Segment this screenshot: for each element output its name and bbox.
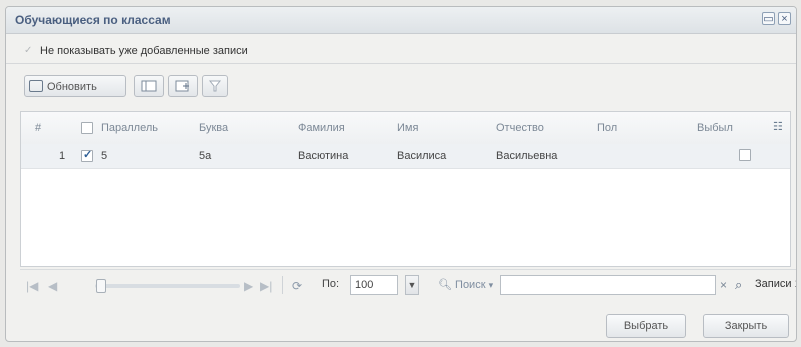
per-page-label: По:	[322, 278, 340, 290]
search-input[interactable]	[500, 275, 716, 295]
column-menu-icon[interactable]: ☷	[773, 120, 783, 133]
cell-name: Василиса	[397, 150, 447, 162]
cell-left-checkbox[interactable]	[739, 149, 751, 161]
cell-letter: 5а	[199, 150, 212, 162]
restore-icon[interactable]: ▭	[762, 12, 775, 25]
refresh-icon	[29, 80, 43, 92]
columns-icon	[141, 80, 157, 92]
row-select-checkbox[interactable]	[81, 148, 93, 162]
close-button[interactable]: Закрыть	[703, 314, 789, 338]
close-icon[interactable]: ×	[778, 12, 791, 25]
last-page-icon[interactable]: ▶|	[260, 279, 272, 293]
hide-added-label: Не показывать уже добавленные записи	[40, 45, 248, 57]
refresh-label: Обновить	[47, 81, 97, 93]
next-page-icon[interactable]: ▶	[244, 279, 253, 293]
filter-button[interactable]	[202, 75, 228, 97]
caret-down-icon: ▾	[488, 280, 494, 290]
table-row[interactable]: 1 5 5а Васютина Василиса Васильевна	[21, 144, 790, 169]
refresh-button[interactable]: Обновить	[24, 75, 126, 97]
title-bar: Обучающиеся по классам ▭ ×	[6, 7, 796, 34]
students-grid: # Параллель Буква Фамилия Имя Отчество П…	[20, 111, 791, 267]
page-slider-thumb[interactable]	[96, 279, 106, 293]
checkbox-mark-icon[interactable]: ✓	[24, 45, 32, 56]
find-icon[interactable]: ⌕	[735, 277, 742, 293]
export-button[interactable]	[168, 75, 198, 97]
col-name[interactable]: Имя	[397, 122, 418, 134]
columns-button[interactable]	[134, 75, 164, 97]
col-left[interactable]: Выбыл	[697, 122, 733, 134]
grid-toolbar: Обновить	[20, 73, 794, 101]
chevron-down-icon[interactable]: ▼	[405, 275, 419, 295]
prev-page-icon[interactable]: ◀	[48, 279, 57, 293]
select-button[interactable]: Выбрать	[606, 314, 686, 338]
search-icon: 🔍︎	[438, 279, 452, 291]
grid-header: # Параллель Буква Фамилия Имя Отчество П…	[21, 112, 790, 145]
cell-surname: Васютина	[298, 150, 349, 162]
cell-patronymic: Васильевна	[496, 150, 558, 162]
export-icon	[175, 80, 189, 92]
window-title: Обучающиеся по классам	[15, 13, 171, 27]
search-menu-button[interactable]: 🔍︎ Поиск ▾	[438, 278, 493, 291]
clear-search-icon[interactable]: ×	[720, 278, 727, 292]
col-surname[interactable]: Фамилия	[298, 122, 345, 134]
col-gender[interactable]: Пол	[597, 122, 617, 134]
first-page-icon[interactable]: |◀	[26, 279, 38, 293]
col-letter[interactable]: Буква	[199, 122, 228, 134]
separator	[282, 276, 283, 294]
cell-parallel: 5	[101, 150, 108, 162]
refresh-page-icon[interactable]: ⟳	[292, 279, 302, 293]
row-number: 1	[59, 150, 66, 162]
col-parallel[interactable]: Параллель	[101, 122, 158, 134]
students-by-class-window: Обучающиеся по классам ▭ × ✓ Не показыва…	[5, 6, 797, 342]
select-all-checkbox[interactable]	[81, 122, 93, 134]
hide-added-option[interactable]: ✓ Не показывать уже добавленные записи	[6, 41, 796, 64]
filter-icon	[208, 80, 222, 92]
search-label: Поиск	[455, 279, 486, 291]
records-count: Записи 1-1	[755, 278, 796, 290]
pager-bar: |◀ ◀ ▶ ▶| ⟳ По: 100 ▼ 🔍︎ Поиск ▾ × ⌕ Зап…	[20, 269, 796, 300]
page-slider-track[interactable]	[95, 284, 240, 288]
col-number: #	[35, 122, 42, 134]
col-patronymic[interactable]: Отчество	[496, 122, 544, 134]
per-page-input[interactable]: 100	[350, 275, 398, 295]
